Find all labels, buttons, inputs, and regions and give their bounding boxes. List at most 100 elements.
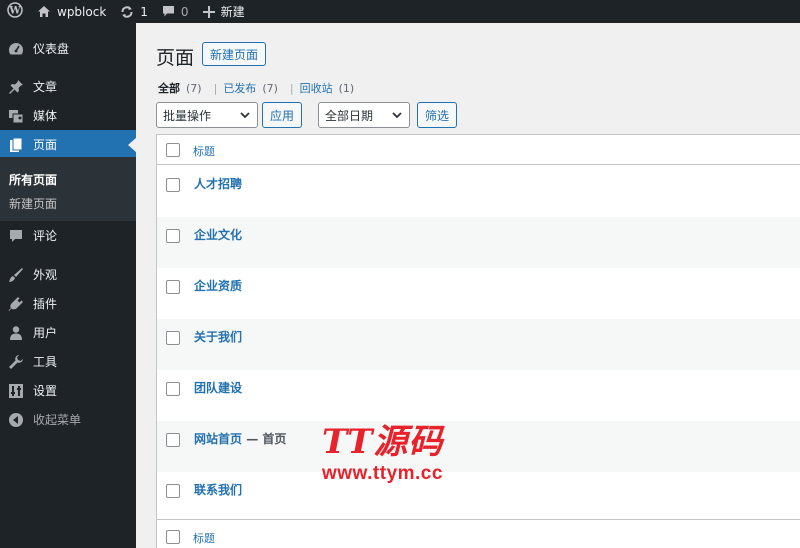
- admin-sidebar: 仪表盘 文章 媒体 页面 所有页面 新建页面 评论 外观 插件 用户 工具 设置…: [0, 23, 136, 548]
- table-row: 企业资质: [157, 268, 800, 319]
- pin-icon: [8, 79, 24, 95]
- filter-trash-count: (1): [338, 81, 355, 95]
- sidebar-item-label: 媒体: [33, 109, 58, 123]
- date-filter-select[interactable]: 全部日期: [318, 102, 410, 128]
- comment-icon: [8, 228, 24, 244]
- table-row: 企业文化: [157, 217, 800, 268]
- column-title-header[interactable]: 标题: [193, 143, 215, 159]
- comments-count: 0: [180, 4, 189, 19]
- filter-all-count: (7): [186, 81, 202, 95]
- admin-bar: W wpblock 1 0 新建: [0, 0, 800, 23]
- home-icon: [37, 5, 51, 18]
- pages-table: 标题 人才招聘 企业文化 企业资质 关于我们 团队建设 网站首页 — 首页 联系…: [156, 134, 800, 548]
- comments-link[interactable]: 0: [155, 0, 196, 23]
- page-icon: [8, 137, 24, 153]
- sidebar-item-label: 文章: [33, 80, 58, 94]
- site-name: wpblock: [57, 4, 107, 19]
- wrench-icon: [8, 354, 24, 370]
- filter-trash-link[interactable]: 回收站: [300, 80, 333, 96]
- add-new-page-button[interactable]: 新建页面: [202, 42, 267, 66]
- page-title-link: 网站首页 — 首页: [194, 430, 286, 447]
- sidebar-item-dashboard[interactable]: 仪表盘: [0, 34, 136, 63]
- sidebar-item-label: 插件: [33, 297, 58, 311]
- page-title: 页面: [156, 47, 195, 69]
- page-title-link[interactable]: 联系我们: [194, 481, 242, 498]
- watermark-logo: TT源码: [322, 422, 444, 462]
- bulk-actions-select[interactable]: 批量操作: [156, 102, 258, 128]
- filter-published-link[interactable]: 已发布: [223, 80, 256, 96]
- sidebar-item-label: 评论: [33, 229, 58, 243]
- site-name-link[interactable]: wpblock: [30, 0, 113, 23]
- wordpress-logo-button[interactable]: W: [0, 0, 30, 23]
- svg-text:W: W: [8, 6, 21, 17]
- main-content: 页面 新建页面 全部 (7) | 已发布 (7) | 回收站 (1) 批量操作 …: [136, 23, 800, 548]
- sidebar-item-comments[interactable]: 评论: [0, 221, 136, 250]
- table-row: 团队建设: [157, 370, 800, 421]
- sidebar-item-label: 页面: [33, 138, 58, 152]
- sidebar-item-pages[interactable]: 页面: [0, 130, 136, 159]
- watermark: TT源码 www.ttym.cc: [322, 425, 443, 485]
- sidebar-item-label: 用户: [33, 326, 58, 340]
- date-filter-value: 全部日期: [325, 108, 374, 123]
- new-content-link[interactable]: 新建: [196, 0, 252, 23]
- wordpress-logo-icon: W: [7, 2, 23, 21]
- table-row: 网站首页 — 首页: [157, 421, 800, 472]
- dashboard-icon: [8, 41, 24, 57]
- bulk-actions-value: 批量操作: [163, 108, 212, 123]
- plugin-icon: [8, 296, 24, 312]
- collapse-menu-button[interactable]: 收起菜单: [0, 405, 136, 434]
- updates-link[interactable]: 1: [113, 0, 155, 23]
- apply-button[interactable]: 应用: [262, 102, 303, 128]
- pages-submenu: 所有页面 新建页面: [0, 157, 136, 221]
- brush-icon: [8, 267, 24, 283]
- submenu-add-page[interactable]: 新建页面: [9, 195, 57, 212]
- media-icon: [8, 108, 24, 124]
- sidebar-item-label: 工具: [33, 355, 58, 369]
- chevron-down-icon: [239, 109, 251, 124]
- page-title-link-text[interactable]: 网站首页: [194, 432, 242, 446]
- sidebar-item-label: 设置: [33, 384, 58, 398]
- sidebar-item-label: 收起菜单: [33, 413, 82, 427]
- sidebar-item-posts[interactable]: 文章: [0, 72, 136, 101]
- sidebar-item-tools[interactable]: 工具: [0, 347, 136, 376]
- select-all-checkbox[interactable]: [166, 143, 180, 157]
- sidebar-item-users[interactable]: 用户: [0, 318, 136, 347]
- sidebar-item-label: 外观: [33, 268, 58, 282]
- sidebar-item-plugins[interactable]: 插件: [0, 289, 136, 318]
- user-icon: [8, 325, 24, 341]
- row-checkbox[interactable]: [166, 382, 180, 396]
- filter-published-count: (7): [262, 81, 278, 95]
- row-checkbox[interactable]: [166, 229, 180, 243]
- sidebar-item-appearance[interactable]: 外观: [0, 260, 136, 289]
- plus-icon: [202, 5, 215, 18]
- sidebar-item-settings[interactable]: 设置: [0, 376, 136, 405]
- filter-all-link[interactable]: 全部: [158, 80, 180, 96]
- status-filter-links: 全部 (7) | 已发布 (7) | 回收站 (1): [158, 80, 354, 96]
- filter-button[interactable]: 筛选: [417, 102, 458, 128]
- post-state-label: — 首页: [246, 432, 287, 446]
- page-title-link[interactable]: 人才招聘: [194, 175, 242, 192]
- watermark-url: www.ttym.cc: [322, 463, 443, 484]
- page-title-link[interactable]: 团队建设: [194, 379, 242, 396]
- sidebar-item-media[interactable]: 媒体: [0, 101, 136, 130]
- column-title-footer[interactable]: 标题: [193, 530, 215, 546]
- table-row: 人才招聘: [157, 166, 800, 217]
- sidebar-item-label: 仪表盘: [33, 42, 70, 56]
- table-row: 联系我们: [157, 472, 800, 523]
- row-checkbox[interactable]: [166, 331, 180, 345]
- row-checkbox[interactable]: [166, 178, 180, 192]
- page-title-link[interactable]: 企业文化: [194, 226, 242, 243]
- table-header: 标题: [157, 135, 800, 165]
- page-title-link[interactable]: 企业资质: [194, 277, 242, 294]
- chevron-down-icon: [391, 109, 403, 124]
- row-checkbox[interactable]: [166, 484, 180, 498]
- row-checkbox[interactable]: [166, 433, 180, 447]
- updates-count: 1: [140, 4, 148, 19]
- updates-icon: [120, 5, 134, 19]
- filter-separator: |: [213, 81, 218, 95]
- settings-icon: [8, 383, 24, 399]
- select-all-checkbox-footer[interactable]: [166, 530, 180, 544]
- page-title-link[interactable]: 关于我们: [194, 328, 242, 345]
- row-checkbox[interactable]: [166, 280, 180, 294]
- submenu-all-pages[interactable]: 所有页面: [9, 171, 57, 188]
